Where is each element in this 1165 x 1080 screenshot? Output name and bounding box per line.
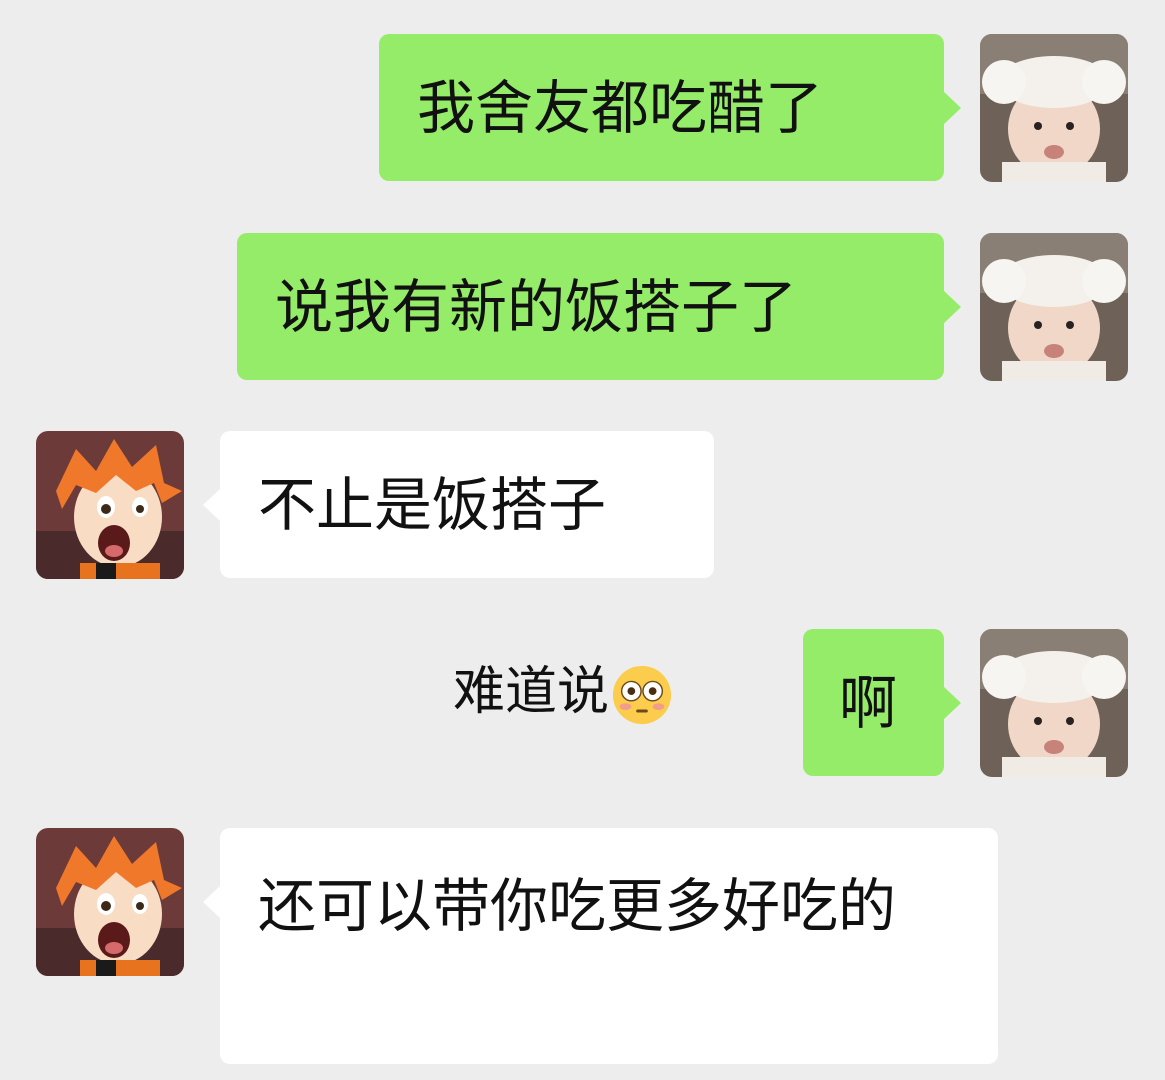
self-avatar[interactable] <box>980 233 1128 381</box>
incoming-message-bubble[interactable]: 不止是饭搭子 <box>203 431 714 578</box>
message-text: 啊 <box>839 669 898 737</box>
toddler-photo-avatar-icon <box>980 233 1128 381</box>
anime-boy-avatar-icon <box>36 431 184 579</box>
caption-text: 难道说 <box>453 662 610 722</box>
self-avatar[interactable] <box>980 34 1128 182</box>
toddler-photo-avatar-icon <box>980 34 1128 182</box>
other-avatar[interactable] <box>36 828 184 976</box>
anime-boy-avatar-icon <box>36 828 184 976</box>
message-text: 我舍友都吃醋了 <box>417 74 824 142</box>
toddler-photo-avatar-icon <box>980 629 1128 777</box>
message-text: 不止是饭搭子 <box>258 471 607 539</box>
message-text: 说我有新的饭搭子了 <box>275 273 798 341</box>
self-avatar[interactable] <box>980 629 1128 777</box>
other-avatar[interactable] <box>36 431 184 579</box>
incoming-message-bubble[interactable]: 还可以带你吃更多好吃的 <box>203 828 998 1064</box>
message-text: 还可以带你吃更多好吃的 <box>258 872 897 940</box>
outgoing-message-bubble[interactable]: 我舍友都吃醋了 <box>379 34 961 181</box>
overlay-caption: 难道说 <box>453 660 673 726</box>
outgoing-message-bubble[interactable]: 说我有新的饭搭子了 <box>237 233 961 380</box>
outgoing-message-bubble[interactable]: 啊 <box>803 629 961 776</box>
flushed-face-emoji-icon <box>612 665 672 725</box>
